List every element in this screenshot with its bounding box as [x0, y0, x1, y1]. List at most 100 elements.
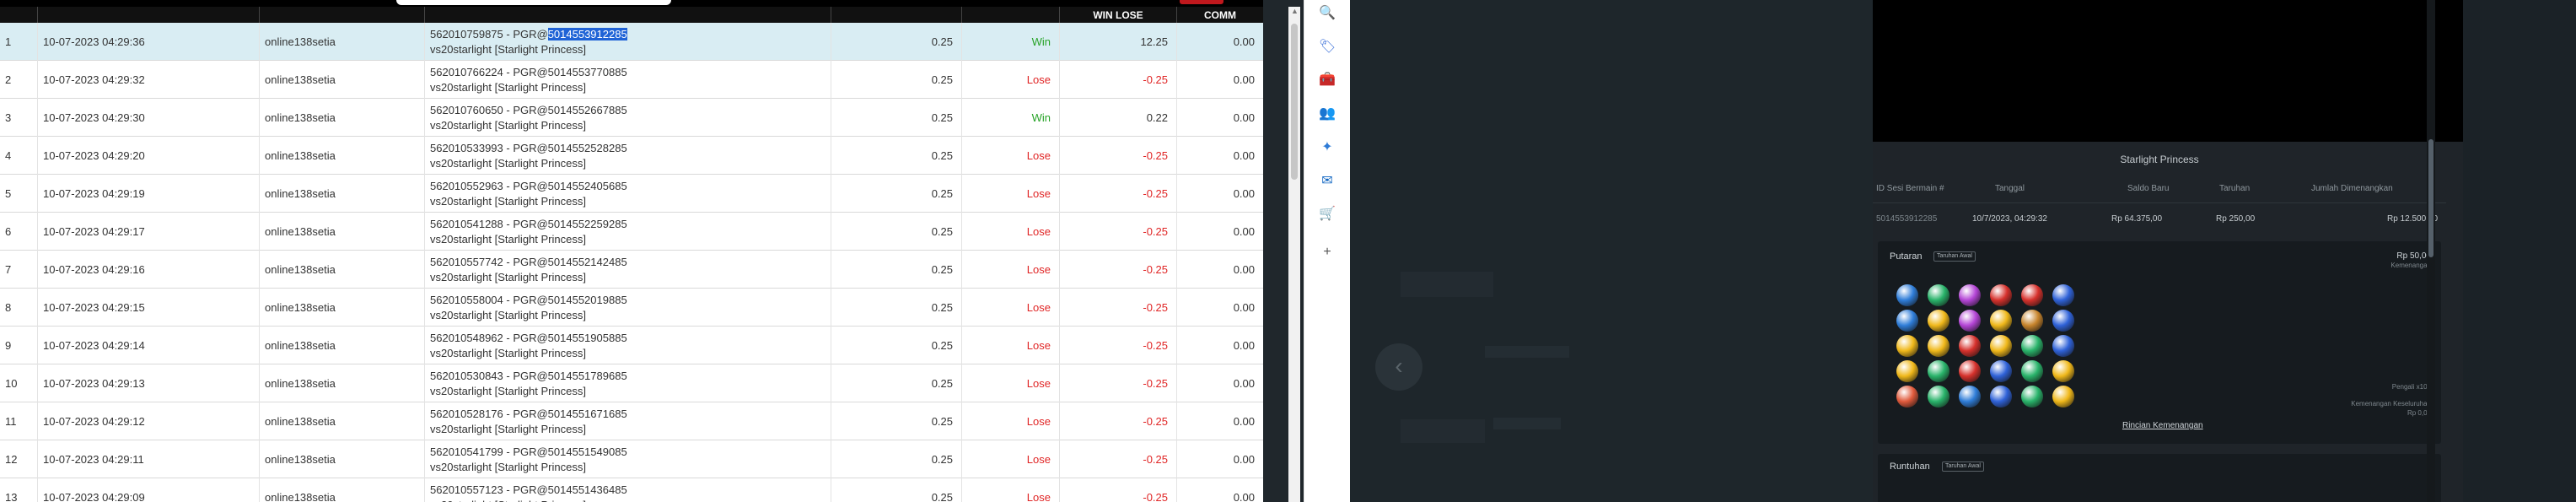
cell-bet: 0.25 — [831, 23, 961, 61]
tumble-label: Runtuhan — [1890, 462, 1930, 472]
value-balance: Rp 64.375,00 — [2111, 214, 2163, 224]
cell-date: 10-07-2023 04:29:15 — [37, 289, 259, 327]
add-icon[interactable]: + — [1318, 243, 1336, 262]
backdrop-block — [1401, 419, 1485, 443]
cell-user: online138setia — [259, 23, 424, 61]
backdrop-block — [1401, 272, 1493, 297]
shopping-icon[interactable]: 🛒 — [1318, 205, 1336, 224]
cell-bet: 0.25 — [831, 440, 961, 478]
header-balance: Saldo Baru — [2127, 184, 2170, 193]
row-transaction-id: 562010759875 - PGR@5014553912285 — [430, 28, 627, 40]
table-row[interactable]: 4 10-07-2023 04:29:20 online138setia 562010… — [0, 137, 1263, 175]
row-game-name: vs20starlight [Starlight Princess] — [430, 461, 586, 473]
header-date: Tanggal — [1995, 184, 2025, 193]
row-date: 10-07-2023 04:29:16 — [43, 263, 145, 276]
panel-scrollbar-thumb[interactable] — [2428, 139, 2433, 257]
table-row[interactable]: 10 10-07-2023 04:29:13 online138setia 56201… — [0, 364, 1263, 402]
browser-sidebar: 🔍 🏷 🧰 👥 ✦ ✉ 🛒 + — [1304, 0, 1350, 502]
row-result: Win — [1031, 111, 1051, 124]
cell-winlose: -0.25 — [1059, 213, 1176, 251]
row-game-name: vs20starlight [Starlight Princess] — [430, 119, 586, 132]
table-row[interactable]: 6 10-07-2023 04:29:17 online138setia 562010… — [0, 213, 1263, 251]
row-winlose: -0.25 — [1143, 263, 1168, 276]
cell-id: 562010759875 - PGR@5014553912285 vs20star… — [424, 23, 831, 61]
symbol-gem-icon — [1990, 360, 2012, 382]
table-row[interactable]: 12 10-07-2023 04:29:11 online138setia 56201… — [0, 440, 1263, 478]
row-date: 10-07-2023 04:29:36 — [43, 35, 145, 48]
scroll-up-icon[interactable]: ▲ — [1291, 7, 1299, 15]
table-row[interactable]: 2 10-07-2023 04:29:32 online138setia 562010… — [0, 61, 1263, 99]
symbol-gem-icon — [1928, 310, 1949, 332]
table-row[interactable]: 1 10-07-2023 04:29:36 online138setia 562010… — [0, 23, 1263, 61]
cell-date: 10-07-2023 04:29:11 — [37, 440, 259, 478]
previous-arrow-icon[interactable]: ‹ — [1375, 343, 1422, 391]
outlook-icon[interactable]: ✉ — [1318, 172, 1336, 191]
cell-bet: 0.25 — [831, 251, 961, 289]
row-bet: 0.25 — [931, 415, 953, 428]
row-bet: 0.25 — [931, 301, 953, 314]
transaction-id-text: 562010557742 - PGR@5014552142485 — [430, 256, 627, 268]
row-result: Lose — [1026, 415, 1051, 428]
symbol-gem-icon — [1990, 310, 2012, 332]
row-winlose: -0.25 — [1143, 225, 1168, 238]
cell-result: Win — [961, 99, 1059, 137]
row-username: online138setia — [265, 225, 336, 238]
symbol-gem-icon — [2021, 335, 2043, 357]
search-icon[interactable]: 🔍 — [1318, 4, 1336, 23]
row-number: 11 — [5, 415, 17, 428]
cell-no: 9 — [0, 327, 37, 364]
cell-result: Lose — [961, 364, 1059, 402]
top-toolbar — [0, 0, 1263, 7]
cell-comm: 0.00 — [1176, 213, 1263, 251]
cell-date: 10-07-2023 04:29:19 — [37, 175, 259, 213]
col-header-comm: COMM — [1176, 7, 1263, 23]
row-username: online138setia — [265, 453, 336, 466]
cell-result: Lose — [961, 440, 1059, 478]
symbol-gem-icon — [2021, 360, 2043, 382]
scrollbar-thumb[interactable] — [1291, 24, 1298, 180]
row-winlose: -0.25 — [1143, 73, 1168, 86]
symbol-gem-icon — [2052, 284, 2074, 306]
tumble-section: Runtuhan Taruhan Awal — [1878, 454, 2441, 502]
row-game-name: vs20starlight [Starlight Princess] — [430, 81, 586, 94]
table-row[interactable]: 13 10-07-2023 04:29:09 online138setia 56201… — [0, 478, 1263, 502]
win-detail-link[interactable]: Rincian Kemenangan — [2122, 421, 2203, 430]
row-date: 10-07-2023 04:29:15 — [43, 301, 145, 314]
row-username: online138setia — [265, 35, 336, 48]
toolbar-red-button[interactable] — [1180, 0, 1223, 4]
cell-user: online138setia — [259, 251, 424, 289]
table-row[interactable]: 7 10-07-2023 04:29:16 online138setia 562010… — [0, 251, 1263, 289]
table-row[interactable]: 9 10-07-2023 04:29:14 online138setia 562010… — [0, 327, 1263, 364]
transaction-id-text: 562010528176 - PGR@5014551671685 — [430, 408, 627, 420]
backdrop-block — [1493, 418, 1561, 429]
row-username: online138setia — [265, 73, 336, 86]
row-winlose: -0.25 — [1143, 187, 1168, 200]
cell-comm: 0.00 — [1176, 440, 1263, 478]
cell-no: 11 — [0, 402, 37, 440]
table-row[interactable]: 11 10-07-2023 04:29:12 online138setia 56201… — [0, 402, 1263, 440]
cell-bet: 0.25 — [831, 175, 961, 213]
value-session-id: 5014553912285 — [1876, 214, 1938, 224]
toolbar-tab[interactable] — [396, 0, 671, 5]
row-bet: 0.25 — [931, 187, 953, 200]
tag-icon[interactable]: 🏷 — [1318, 38, 1336, 57]
row-game-name: vs20starlight [Starlight Princess] — [430, 233, 586, 246]
row-transaction-id: 562010530843 - PGR@5014551789685 — [430, 370, 627, 382]
cell-id: 562010541799 - PGR@5014551549085 vs20star… — [424, 440, 831, 478]
cell-user: online138setia — [259, 440, 424, 478]
col-header-result — [961, 7, 1059, 23]
cell-date: 10-07-2023 04:29:32 — [37, 61, 259, 99]
row-winlose: -0.25 — [1143, 339, 1168, 352]
cell-bet: 0.25 — [831, 289, 961, 327]
cell-id: 562010541288 - PGR@5014552259285 vs20star… — [424, 213, 831, 251]
table-row[interactable]: 3 10-07-2023 04:29:30 online138setia 562010… — [0, 99, 1263, 137]
toolbox-icon[interactable]: 🧰 — [1318, 71, 1336, 89]
table-scrollbar[interactable]: ▲ — [1288, 7, 1300, 502]
copilot-icon[interactable]: ✦ — [1318, 138, 1336, 157]
selected-text: 5014553912285 — [547, 28, 627, 40]
panel-scrollbar[interactable] — [2427, 0, 2435, 502]
table-row[interactable]: 8 10-07-2023 04:29:15 online138setia 562010… — [0, 289, 1263, 327]
col-header-bet — [831, 7, 961, 23]
table-row[interactable]: 5 10-07-2023 04:29:19 online138setia 562010… — [0, 175, 1263, 213]
people-icon[interactable]: 👥 — [1318, 105, 1336, 123]
